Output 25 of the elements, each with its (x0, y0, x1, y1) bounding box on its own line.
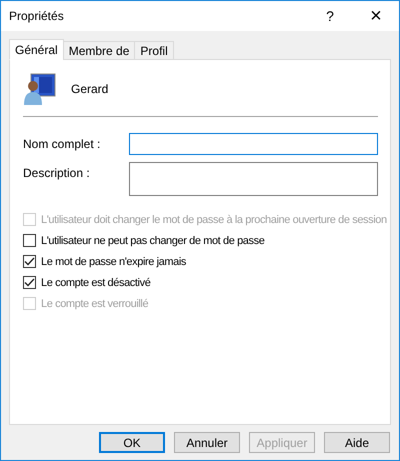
dialog-button[interactable]: Aide (324, 432, 390, 453)
tab[interactable]: Membre de (62, 41, 136, 60)
close-button[interactable]: × (353, 1, 399, 31)
checkbox-label: L'utilisateur doit changer le mot de passe à la prochaine ouverture de session (41, 214, 387, 226)
help-button[interactable]: ? (307, 1, 353, 31)
user-name: Gerard (71, 82, 108, 96)
checkbox-label: Le compte est verrouillé (41, 298, 148, 310)
description-field[interactable] (129, 162, 378, 196)
checkbox[interactable] (23, 255, 36, 268)
tab[interactable]: Profil (134, 41, 174, 60)
checkbox-label: L'utilisateur ne peut pas changer de mot de passe (41, 234, 264, 246)
tab[interactable]: Général (9, 39, 64, 60)
checkmark-icon (24, 257, 35, 266)
checkbox-label: Le compte est désactivé (41, 276, 150, 288)
field-label: Nom complet : (23, 136, 102, 153)
dialog-button[interactable]: OK (99, 432, 165, 453)
checkbox-label: Le mot de passe n'expire jamais (41, 256, 186, 268)
dialog-button[interactable]: Annuler (174, 432, 240, 453)
window-title: Propriétés (9, 9, 65, 23)
checkmark-icon (24, 278, 35, 287)
field-label: Description : (23, 165, 91, 182)
checkbox[interactable] (23, 276, 36, 289)
full-name-field[interactable] (129, 133, 378, 155)
checkbox[interactable] (23, 234, 36, 247)
user-computer-icon (23, 72, 57, 106)
